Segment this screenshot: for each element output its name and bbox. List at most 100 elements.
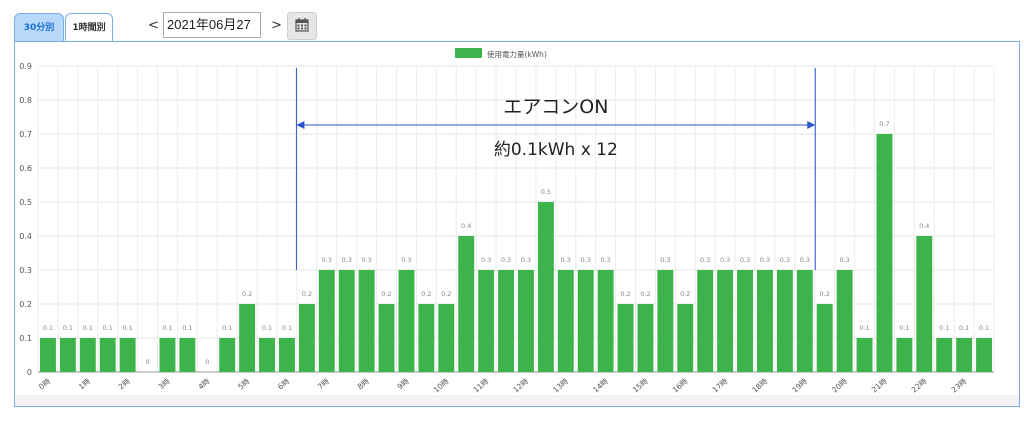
bar	[298, 304, 315, 372]
bar	[39, 338, 56, 372]
x-tick-label: 8時	[356, 376, 372, 391]
bar	[896, 338, 913, 372]
bar-data-label: 0.3	[342, 256, 352, 264]
bar	[697, 270, 714, 372]
bar	[936, 338, 953, 372]
chart-legend: 使用電力量(kWh)	[455, 48, 547, 59]
bar-data-label: 0.3	[521, 256, 531, 264]
x-tick-label: 11時	[472, 376, 491, 394]
x-tick-label: 9時	[396, 376, 412, 391]
bar-data-label: 0.1	[899, 324, 909, 332]
y-tick-label: 0.7	[19, 130, 32, 139]
legend-swatch	[455, 48, 482, 58]
bar	[976, 338, 993, 372]
x-tick-label: 13時	[551, 376, 570, 394]
bar-data-label: 0.3	[720, 256, 730, 264]
bar-data-label: 0.3	[740, 256, 750, 264]
bar-data-label: 0.2	[620, 290, 630, 298]
bar	[159, 338, 176, 372]
bar-data-label: 0.2	[441, 290, 451, 298]
bar-data-label: 0.2	[302, 290, 312, 298]
bar	[756, 270, 773, 372]
x-tick-label: 4時	[196, 376, 212, 391]
bar	[59, 338, 76, 372]
bar	[179, 338, 196, 372]
bar-data-label: 0.3	[839, 256, 849, 264]
x-tick-label: 16時	[671, 376, 690, 394]
bar	[856, 338, 873, 372]
x-tick-label: 7時	[316, 376, 332, 391]
bar-data-label: 0.4	[919, 222, 929, 230]
bar-data-label: 0.1	[63, 324, 73, 332]
bar	[418, 304, 435, 372]
bar	[916, 236, 933, 372]
x-tick-label: 3時	[157, 376, 173, 391]
bar	[99, 338, 116, 372]
bar-data-label: 0.1	[282, 324, 292, 332]
x-tick-label: 14時	[591, 376, 610, 394]
y-tick-label: 0.8	[19, 96, 32, 105]
x-tick-label: 21時	[870, 376, 889, 394]
bar-data-label: 0.3	[780, 256, 790, 264]
bar	[119, 338, 136, 372]
bar	[79, 338, 96, 372]
bar	[677, 304, 694, 372]
bar-data-label: 0.2	[820, 290, 830, 298]
bar-data-label: 0.1	[959, 324, 969, 332]
bar	[537, 202, 554, 372]
bar-data-label: 0.2	[640, 290, 650, 298]
bar-data-label: 0.1	[222, 324, 232, 332]
y-tick-label: 0.2	[19, 300, 32, 309]
bar	[617, 304, 634, 372]
y-tick-label: 0.5	[19, 198, 32, 207]
bar-data-label: 0.3	[581, 256, 591, 264]
y-axis: 0 0.1 0.2 0.3 0.4 0.5 0.6 0.7 0.8 0.9	[19, 62, 32, 377]
bar-data-label: 0.2	[242, 290, 252, 298]
bar	[956, 338, 973, 372]
bar	[259, 338, 276, 372]
y-tick-label: 0	[27, 368, 32, 377]
bar	[737, 270, 754, 372]
x-tick-label: 19時	[790, 376, 809, 394]
bar-data-label: 0.7	[879, 120, 889, 128]
bar	[458, 236, 475, 372]
bar-data-label: 0.5	[541, 188, 551, 196]
bar-data-label: 0.3	[800, 256, 810, 264]
bar-data-label: 0	[205, 358, 209, 366]
bar-data-label: 0.3	[501, 256, 511, 264]
x-tick-label: 12時	[511, 376, 530, 394]
bar	[776, 270, 793, 372]
bar-data-label: 0.3	[660, 256, 670, 264]
bar	[219, 338, 236, 372]
bar-data-label: 0.1	[122, 324, 132, 332]
bar-data-label: 0.1	[83, 324, 93, 332]
bar-data-label: 0.1	[162, 324, 172, 332]
x-tick-label: 22時	[910, 376, 929, 394]
bar	[358, 270, 375, 372]
x-tick-label: 15時	[631, 376, 650, 394]
x-tick-label: 0時	[37, 376, 53, 391]
annotation-arrowhead-left	[296, 121, 305, 129]
bar-data-label: 0.1	[262, 324, 272, 332]
x-tick-label: 23時	[950, 376, 969, 394]
bar-data-label: 0.1	[103, 324, 113, 332]
bar-data-label: 0.2	[381, 290, 391, 298]
y-tick-label: 0.6	[19, 164, 32, 173]
bar-data-label: 0.1	[182, 324, 192, 332]
bar-data-label: 0	[145, 358, 149, 366]
bar-data-label: 0.3	[322, 256, 332, 264]
bar	[438, 304, 455, 372]
bar-data-label: 0.1	[43, 324, 53, 332]
x-axis: 0時 1時 2時 3時 4時 5時 6時 7時 8時 9時 10時 11時 12時 13時 14時 15時 16…	[37, 376, 969, 394]
bar	[239, 304, 256, 372]
bar-data-label: 0.3	[600, 256, 610, 264]
y-tick-label: 0.4	[19, 232, 32, 241]
bar	[597, 270, 614, 372]
bar-data-label: 0.2	[421, 290, 431, 298]
bar-data-label: 0.1	[939, 324, 949, 332]
bar	[338, 270, 355, 372]
bar	[278, 338, 295, 372]
bar-data-label: 0.3	[700, 256, 710, 264]
annotation-subtitle: 約0.1kWh x 12	[494, 140, 618, 160]
bar	[378, 304, 395, 372]
